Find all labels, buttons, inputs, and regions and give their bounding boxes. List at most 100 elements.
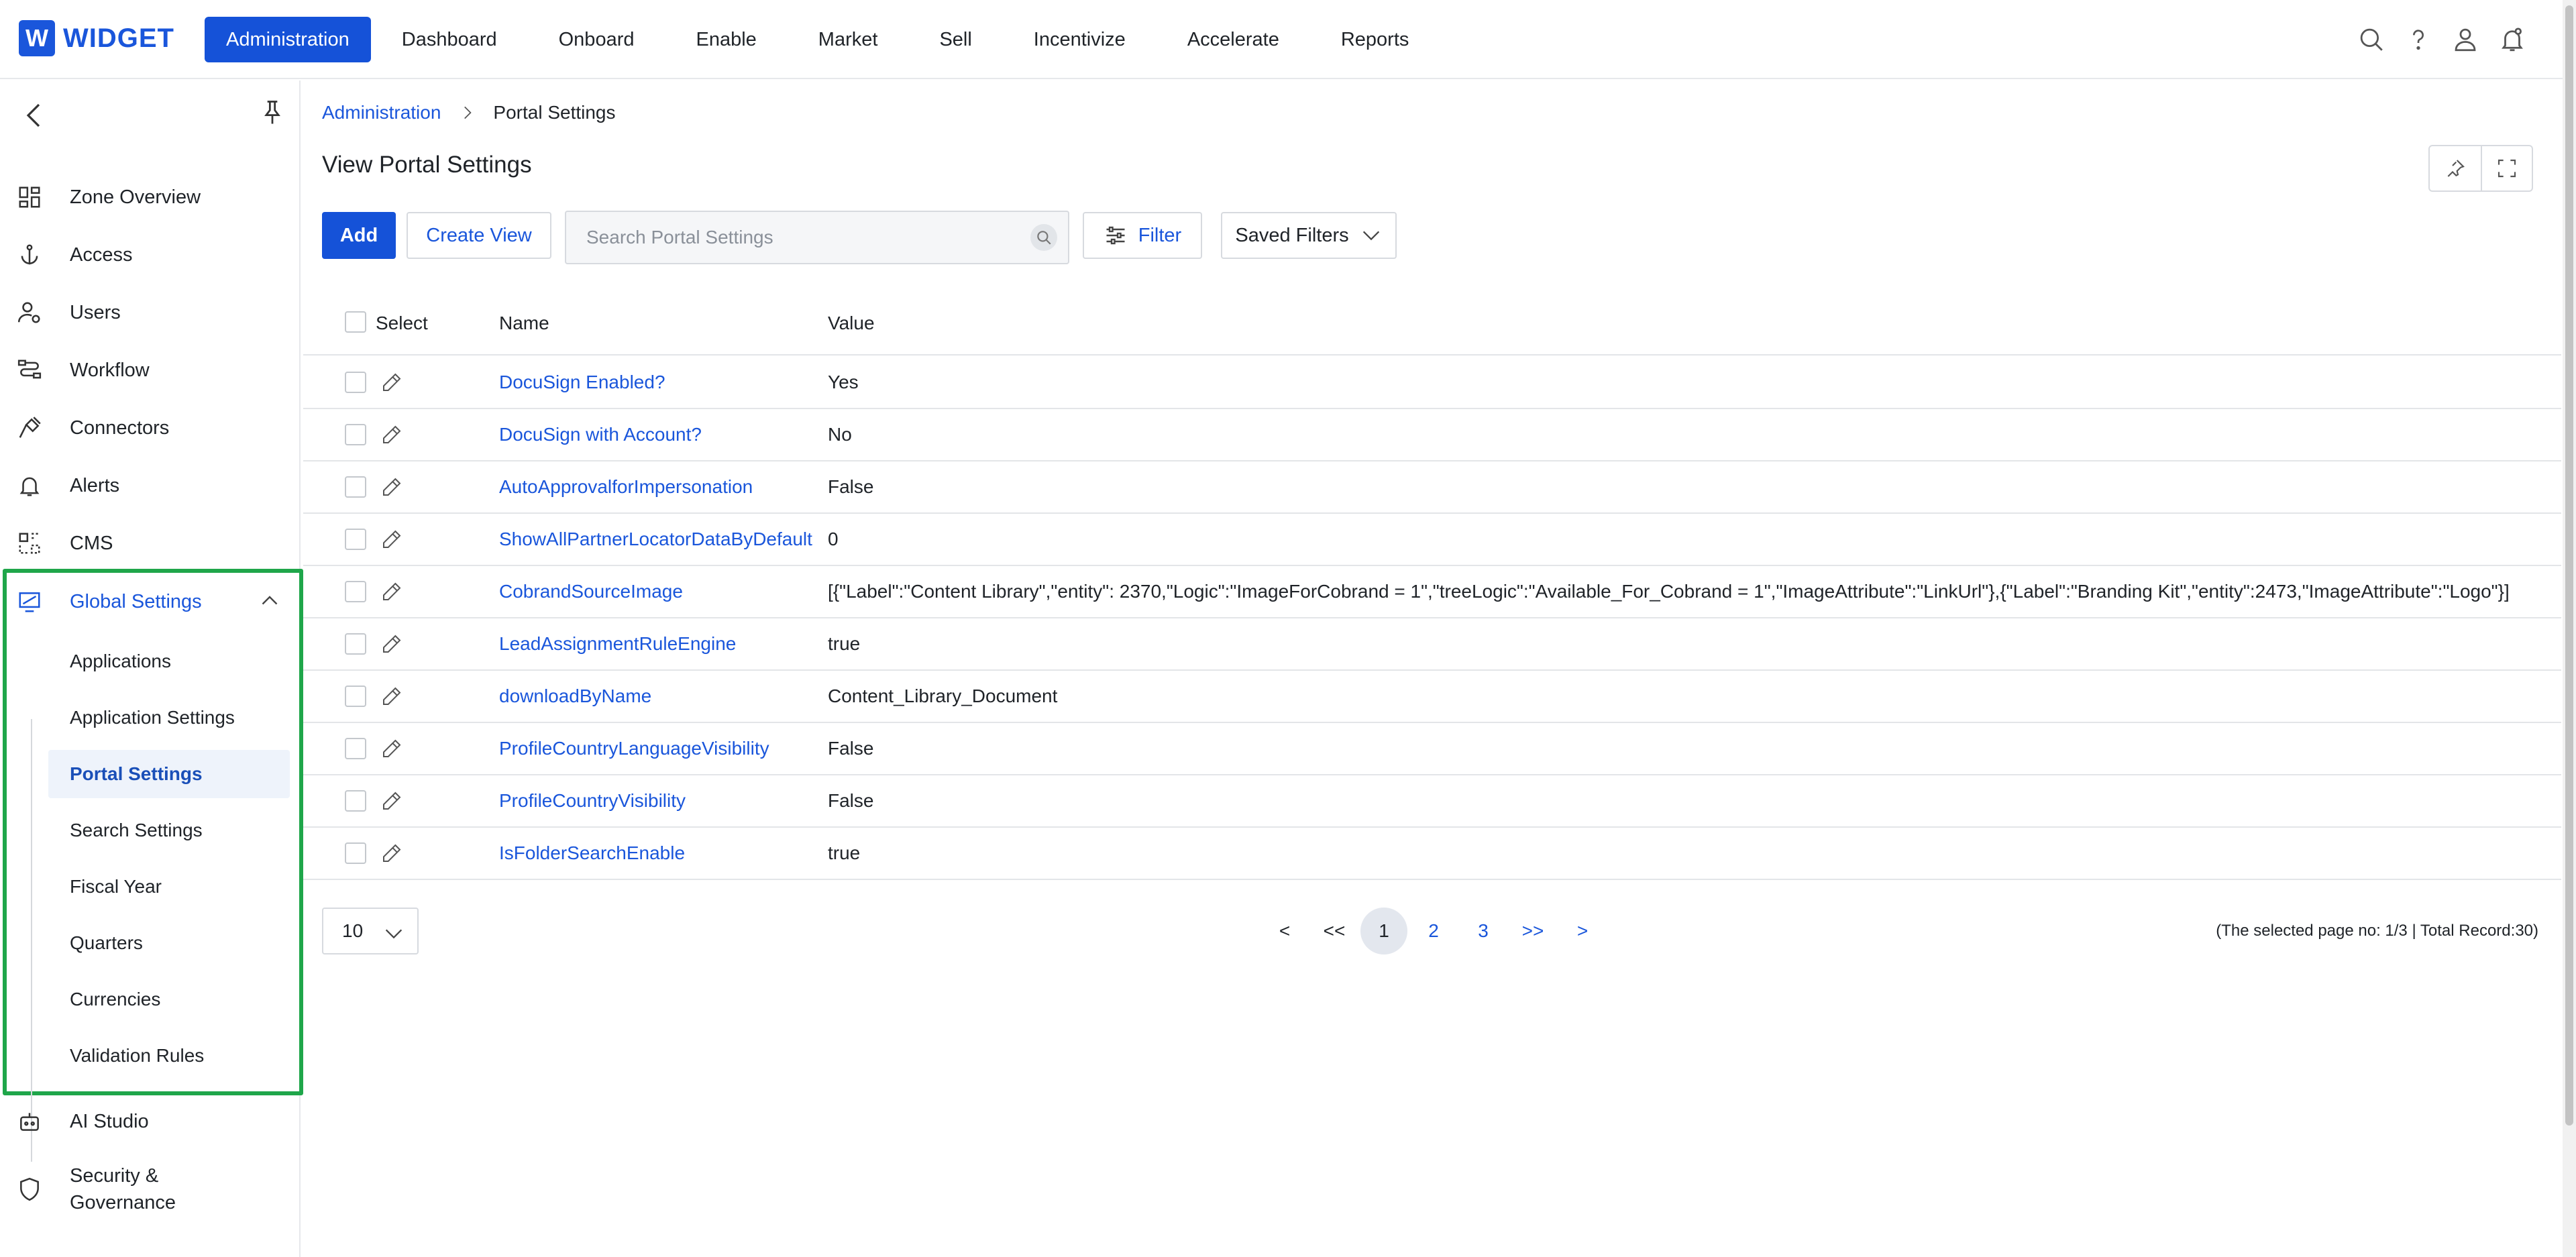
filter-button[interactable]: Filter — [1083, 212, 1202, 259]
saved-filters-dropdown[interactable]: Saved Filters — [1221, 212, 1397, 259]
sidebar-item-label: Access — [70, 243, 133, 266]
sidebar-subitem-quarters[interactable]: Quarters — [48, 919, 290, 967]
chevron-up-icon[interactable] — [258, 589, 282, 618]
setting-name-link[interactable]: DocuSign with Account? — [499, 424, 702, 445]
app-logo[interactable]: W WIDGET — [19, 20, 174, 56]
plug-icon — [15, 413, 44, 443]
edit-icon[interactable] — [380, 580, 404, 604]
top-icons — [2344, 20, 2532, 59]
setting-name-link[interactable]: ProfileCountryLanguageVisibility — [499, 738, 769, 759]
filter-label: Filter — [1138, 224, 1182, 246]
robot-icon — [15, 1107, 44, 1136]
edit-icon[interactable] — [380, 789, 404, 813]
edit-icon[interactable] — [380, 736, 404, 761]
vertical-scrollbar[interactable] — [2563, 0, 2576, 1257]
search-icon[interactable] — [2352, 20, 2391, 59]
nav-onboard[interactable]: Onboard — [528, 17, 665, 62]
collapse-sidebar-icon[interactable] — [19, 99, 51, 137]
sidebar-subitem-fiscal-year[interactable]: Fiscal Year — [48, 863, 290, 911]
bell-icon — [15, 471, 44, 500]
page-size-select[interactable]: 10 — [322, 908, 419, 954]
create-view-button[interactable]: Create View — [407, 212, 551, 259]
chevron-right-icon — [458, 104, 476, 121]
sidebar-item-security-governance[interactable]: Security & Governance — [0, 1156, 301, 1223]
edit-icon[interactable] — [380, 841, 404, 865]
scrollbar-thumb[interactable] — [2565, 5, 2573, 1126]
page-3-button[interactable]: 3 — [1460, 908, 1507, 954]
grid-icon — [15, 182, 44, 212]
pin-view-icon[interactable] — [2430, 146, 2481, 190]
nav-dashboard[interactable]: Dashboard — [371, 17, 528, 62]
next-page-button[interactable]: > — [1559, 908, 1606, 954]
nav-enable[interactable]: Enable — [665, 17, 787, 62]
edit-icon[interactable] — [380, 423, 404, 447]
edit-icon[interactable] — [380, 527, 404, 551]
sidebar-subitem-applications[interactable]: Applications — [48, 637, 290, 686]
fullscreen-icon[interactable] — [2481, 146, 2532, 190]
setting-name-link[interactable]: IsFolderSearchEnable — [499, 842, 685, 864]
sidebar-item-alerts[interactable]: Alerts — [0, 462, 301, 509]
sidebar-item-label: Users — [70, 301, 121, 323]
pin-sidebar-icon[interactable] — [258, 98, 287, 133]
select-all-checkbox[interactable] — [345, 311, 366, 333]
table-row: AutoApprovalforImpersonation False — [303, 461, 2561, 514]
nav-market[interactable]: Market — [788, 17, 909, 62]
column-name: Name — [499, 313, 549, 333]
label-line-1: Security & — [70, 1165, 159, 1187]
breadcrumb-administration[interactable]: Administration — [322, 102, 441, 123]
help-icon[interactable] — [2399, 20, 2438, 59]
search-icon[interactable] — [1030, 224, 1057, 251]
sidebar-subitem-validation-rules[interactable]: Validation Rules — [48, 1032, 290, 1080]
first-page-button[interactable]: << — [1311, 908, 1358, 954]
sidebar-item-users[interactable]: Users — [0, 289, 301, 336]
nav-accelerate[interactable]: Accelerate — [1157, 17, 1310, 62]
prev-page-button[interactable]: < — [1261, 908, 1308, 954]
row-checkbox[interactable] — [345, 424, 366, 445]
sidebar-item-access[interactable]: Access — [0, 231, 301, 278]
edit-icon[interactable] — [380, 632, 404, 656]
setting-name-link[interactable]: AutoApprovalforImpersonation — [499, 476, 753, 498]
sidebar-item-global-settings[interactable]: Global Settings — [0, 578, 301, 625]
row-checkbox[interactable] — [345, 790, 366, 812]
nav-administration[interactable]: Administration — [205, 17, 371, 62]
notification-bell-icon[interactable] — [2493, 20, 2532, 59]
page-1-button[interactable]: 1 — [1360, 908, 1407, 954]
sidebar-item-zone-overview[interactable]: Zone Overview — [0, 174, 301, 221]
sidebar-item-cms[interactable]: CMS — [0, 520, 301, 567]
add-button[interactable]: Add — [322, 212, 396, 259]
page-2-button[interactable]: 2 — [1410, 908, 1457, 954]
last-page-button[interactable]: >> — [1509, 908, 1556, 954]
sidebar-subitem-portal-settings[interactable]: Portal Settings — [48, 750, 290, 798]
logo-mark: W — [19, 20, 55, 56]
setting-name-link[interactable]: DocuSign Enabled? — [499, 372, 665, 393]
setting-name-link[interactable]: CobrandSourceImage — [499, 581, 683, 602]
row-checkbox[interactable] — [345, 633, 366, 655]
sidebar-item-workflow[interactable]: Workflow — [0, 347, 301, 394]
sidebar-item-ai-studio[interactable]: AI Studio — [0, 1098, 301, 1145]
edit-icon[interactable] — [380, 370, 404, 394]
row-checkbox[interactable] — [345, 581, 366, 602]
sidebar-subitem-currencies[interactable]: Currencies — [48, 975, 290, 1024]
setting-name-link[interactable]: ProfileCountryVisibility — [499, 790, 686, 812]
user-gear-icon — [15, 298, 44, 327]
sidebar-subitem-application-settings[interactable]: Application Settings — [48, 694, 290, 742]
setting-name-link[interactable]: ShowAllPartnerLocatorDataByDefault — [499, 529, 812, 550]
nav-sell[interactable]: Sell — [908, 17, 1002, 62]
table-row: IsFolderSearchEnable true — [303, 828, 2561, 880]
row-checkbox[interactable] — [345, 476, 366, 498]
user-icon[interactable] — [2446, 20, 2485, 59]
setting-name-link[interactable]: downloadByName — [499, 686, 651, 707]
sidebar-subitem-search-settings[interactable]: Search Settings — [48, 806, 290, 855]
row-checkbox[interactable] — [345, 529, 366, 550]
row-checkbox[interactable] — [345, 372, 366, 393]
row-checkbox[interactable] — [345, 686, 366, 707]
row-checkbox[interactable] — [345, 738, 366, 759]
nav-incentivize[interactable]: Incentivize — [1003, 17, 1157, 62]
edit-icon[interactable] — [380, 475, 404, 499]
edit-icon[interactable] — [380, 684, 404, 708]
row-checkbox[interactable] — [345, 842, 366, 864]
nav-reports[interactable]: Reports — [1310, 17, 1440, 62]
search-input[interactable] — [566, 212, 1022, 263]
sidebar-item-connectors[interactable]: Connectors — [0, 404, 301, 451]
setting-name-link[interactable]: LeadAssignmentRuleEngine — [499, 633, 736, 655]
